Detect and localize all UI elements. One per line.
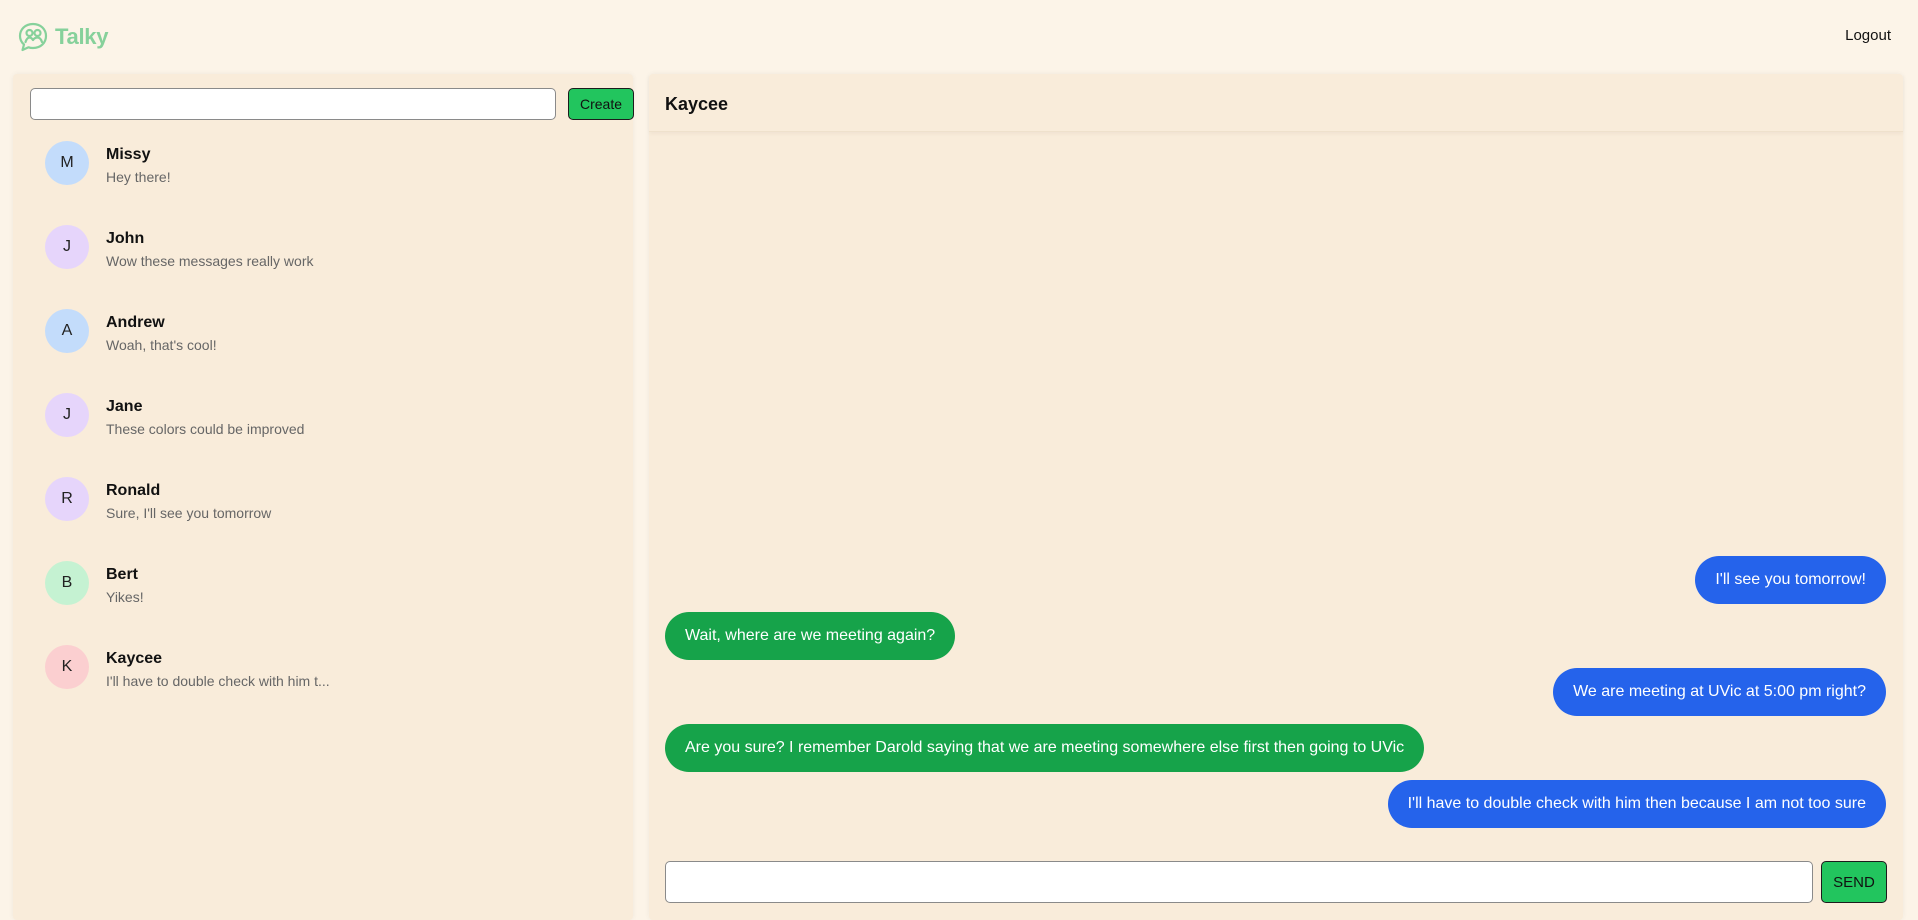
conversation-item-missy[interactable]: M Missy Hey there! [13, 136, 633, 220]
message-row: Wait, where are we meeting again? [665, 612, 1886, 660]
conversation-preview: These colors could be improved [106, 421, 305, 437]
incoming-message: Are you sure? I remember Darold saying t… [665, 724, 1425, 772]
create-conversation-input[interactable] [30, 88, 556, 120]
message-row: We are meeting at UVic at 5:00 pm right? [665, 668, 1886, 716]
send-button[interactable]: SEND [1821, 861, 1887, 903]
conversation-name: Jane [106, 398, 143, 415]
conversation-name: Ronald [106, 482, 161, 499]
create-conversation-row: Create [30, 88, 634, 120]
conversation-name: John [106, 230, 145, 247]
chat-bubbles-icon [17, 21, 51, 53]
message-input[interactable] [665, 861, 1813, 903]
avatar: J [45, 393, 89, 437]
outgoing-message: I'll have to double check with him then … [1387, 780, 1886, 828]
chat-title: Kaycee [665, 94, 729, 114]
message-composer: SEND [665, 861, 1887, 903]
outgoing-message: We are meeting at UVic at 5:00 pm right? [1553, 668, 1886, 716]
chat-panel: Kaycee I'll see you tomorrow! Wait, wher… [649, 74, 1903, 920]
avatar: K [45, 645, 89, 689]
logout-button[interactable]: Logout [1845, 27, 1891, 44]
conversation-preview: Woah, that's cool! [106, 337, 217, 353]
conversation-item-john[interactable]: J John Wow these messages really work [13, 220, 633, 304]
conversation-name: Andrew [106, 314, 165, 331]
message-row: Are you sure? I remember Darold saying t… [665, 724, 1886, 772]
chat-header: Kaycee [649, 74, 1903, 132]
conversation-list: M Missy Hey there! J John Wow these mess… [13, 136, 633, 724]
conversation-preview: Sure, I'll see you tomorrow [106, 505, 272, 521]
conversation-item-andrew[interactable]: A Andrew Woah, that's cool! [13, 304, 633, 388]
avatar: B [45, 561, 89, 605]
avatar: M [45, 141, 89, 185]
conversation-preview: Hey there! [106, 169, 171, 185]
outgoing-message: I'll see you tomorrow! [1695, 556, 1886, 604]
conversation-item-bert[interactable]: B Bert Yikes! [13, 556, 633, 640]
avatar: A [45, 309, 89, 353]
top-bar: Talky Logout [0, 0, 1918, 72]
conversation-item-jane[interactable]: J Jane These colors could be improved [13, 388, 633, 472]
conversation-preview: I'll have to double check with him t... [106, 673, 330, 689]
conversation-name: Kaycee [106, 650, 163, 667]
avatar: R [45, 477, 89, 521]
conversation-item-kaycee[interactable]: K Kaycee I'll have to double check with … [13, 640, 633, 724]
conversation-name: Missy [106, 146, 151, 163]
conversation-name: Bert [106, 566, 139, 583]
brand-name: Talky [55, 24, 109, 49]
conversation-preview: Wow these messages really work [106, 253, 314, 269]
message-row: I'll have to double check with him then … [665, 780, 1886, 828]
conversation-preview: Yikes! [106, 589, 144, 605]
avatar: J [45, 225, 89, 269]
incoming-message: Wait, where are we meeting again? [665, 612, 956, 660]
message-list: I'll see you tomorrow! Wait, where are w… [665, 556, 1886, 836]
conversation-sidebar: Create M Missy Hey there! J John Wow the… [13, 74, 634, 920]
conversation-item-ronald[interactable]: R Ronald Sure, I'll see you tomorrow [13, 472, 633, 556]
brand-logo[interactable]: Talky [17, 21, 108, 53]
message-row: I'll see you tomorrow! [665, 556, 1886, 604]
create-button[interactable]: Create [568, 88, 634, 120]
